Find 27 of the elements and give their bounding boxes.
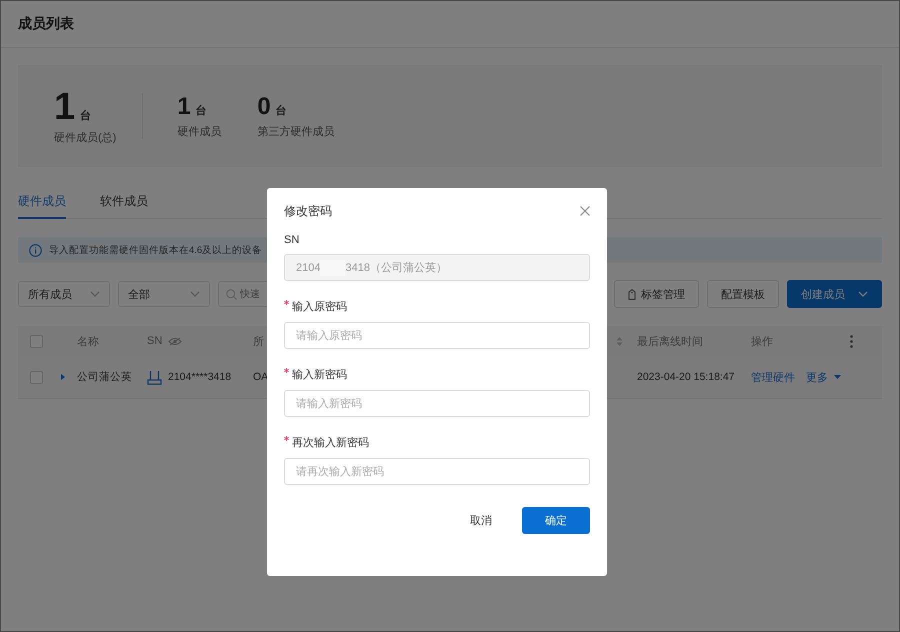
- table-cell: 2104****3418: [168, 371, 232, 383]
- column-header: 操作: [751, 334, 773, 348]
- field-value: 3418（公司蒲公英）: [345, 260, 447, 275]
- table-cell: 2023-04-20 15:18:47: [637, 371, 734, 383]
- stat-value: 0: [257, 93, 271, 121]
- table-cell: 公司蒲公英: [77, 370, 132, 384]
- column-header: SN: [147, 335, 162, 347]
- field-value: 2104: [296, 262, 320, 274]
- field-label: 输入新密码: [292, 368, 347, 382]
- stat-unit: 台: [276, 104, 287, 118]
- stat-label: 硬件成员(总): [54, 131, 116, 145]
- stat-unit: 台: [196, 104, 207, 118]
- stat-label: 第三方硬件成员: [257, 124, 334, 139]
- field-label: SN: [284, 234, 300, 246]
- dialog-title: 修改密码: [284, 202, 332, 220]
- column-header: 所: [253, 334, 264, 348]
- column-header: 最后离线时间: [637, 334, 703, 348]
- field-label: 再次输入新密码: [292, 436, 369, 450]
- field-label: 输入原密码: [292, 300, 347, 314]
- stat-label: 硬件成员: [177, 125, 222, 139]
- notice-text: 导入配置功能需硬件固件版本在4.6及以上的设备: [49, 244, 262, 256]
- page-title: 成员列表: [18, 15, 74, 33]
- table-cell: OA: [253, 371, 268, 383]
- stat-value: 1: [177, 93, 191, 121]
- column-header: 名称: [77, 334, 99, 348]
- stat-value: 1: [54, 87, 76, 127]
- stat-unit: 台: [80, 108, 92, 123]
